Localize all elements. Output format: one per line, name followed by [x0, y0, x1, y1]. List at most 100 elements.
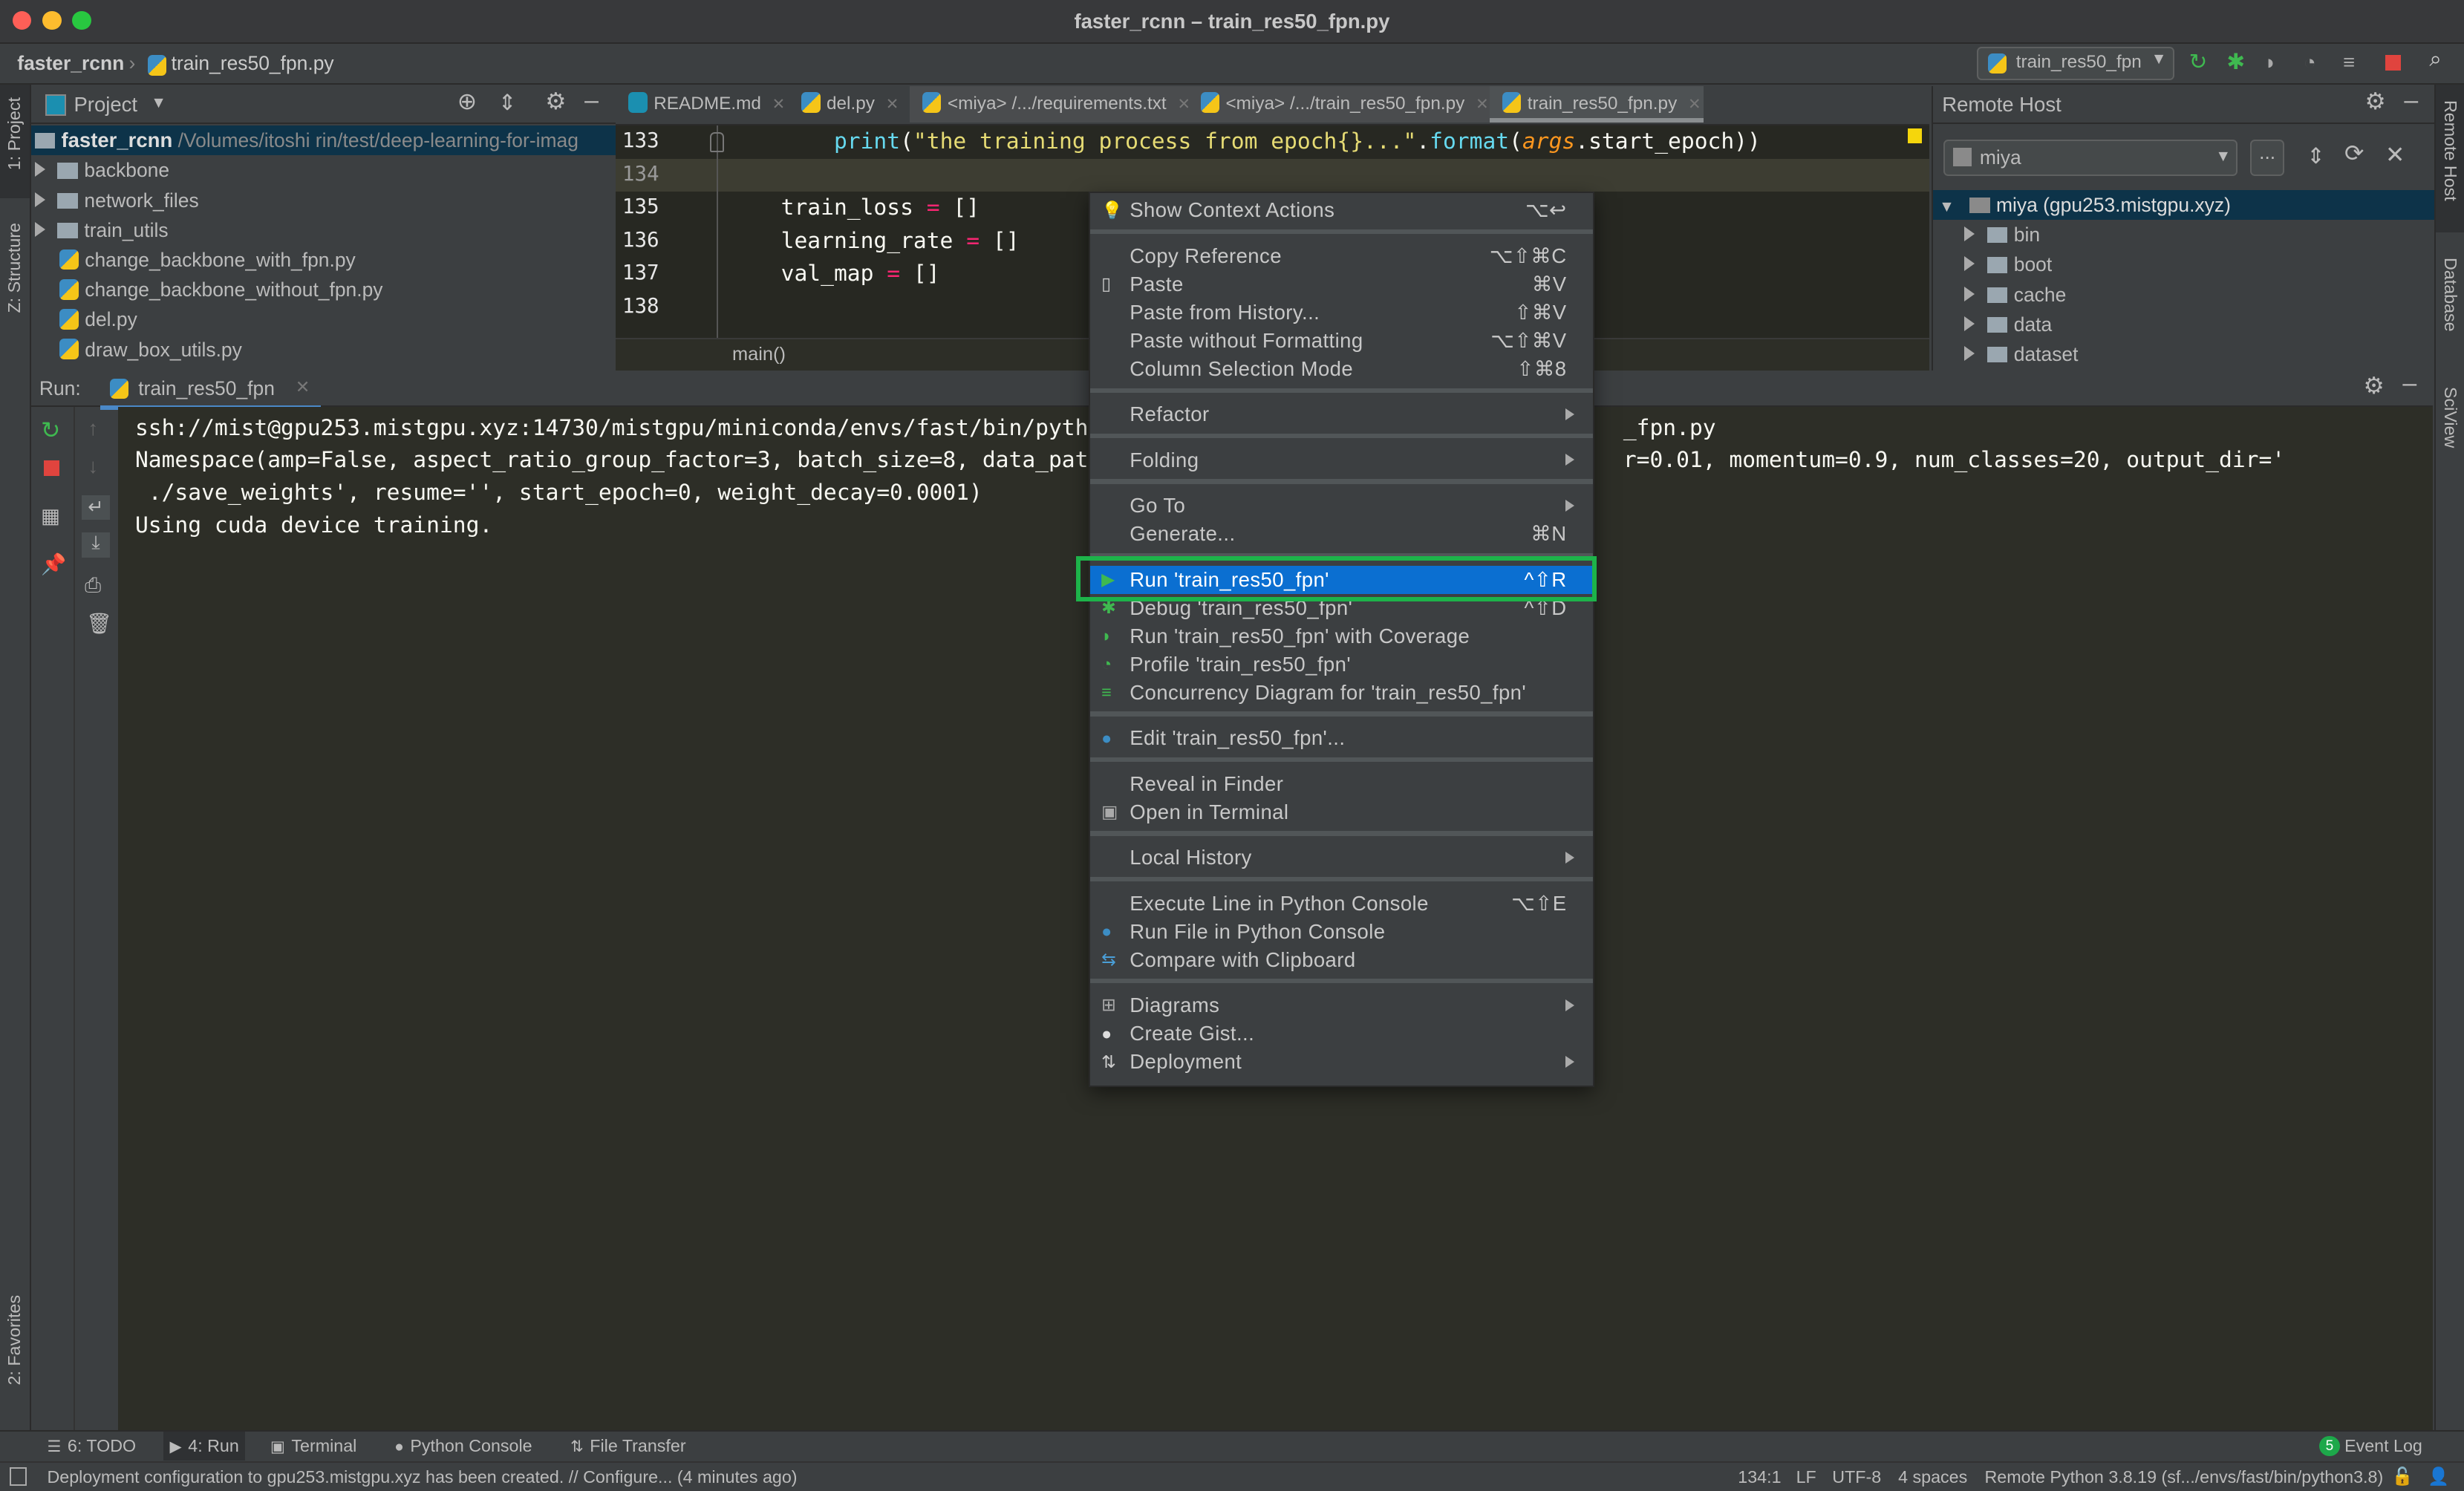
tree-item[interactable]: draw_box_utils.py [31, 335, 616, 365]
expand-triangle-icon[interactable] [1963, 286, 1975, 301]
hide-icon[interactable]: – [2402, 369, 2416, 398]
tree-root[interactable]: faster_rcnn /Volumes/itoshi rin/test/dee… [31, 125, 616, 156]
structure-tool-button[interactable]: Z: Structure [4, 223, 25, 313]
menu-item[interactable]: ● Run File in Python Console [1090, 918, 1593, 946]
menu-item[interactable]: Generate... ⌘N [1090, 520, 1593, 548]
tree-item[interactable]: change_backbone_with_fpn.py [31, 245, 616, 275]
run-tab[interactable]: train_res50_fpn ✕ [100, 372, 321, 410]
remote-host-tool-button[interactable]: Remote Host [2435, 85, 2464, 233]
collapse-all-icon[interactable]: ⇕ [498, 90, 517, 116]
editor-tab[interactable]: train_res50_fpn.py ✕ [1489, 86, 1704, 123]
project-tool-button[interactable]: 1: Project [0, 85, 30, 198]
tool-window-button[interactable]: ▶ 4: Run [163, 1431, 246, 1461]
lock-icon[interactable]: 🔓 [2392, 1466, 2414, 1487]
menu-item[interactable]: ⊞ Diagrams [1090, 991, 1593, 1019]
menu-item[interactable]: ◗ Run 'train_res50_fpn' with Coverage [1090, 622, 1593, 650]
file-encoding[interactable]: UTF-8 [1832, 1467, 1881, 1487]
editor-tab[interactable]: <miya> /.../requirements.txt ✕ [910, 86, 1190, 123]
status-message[interactable]: Deployment configuration to gpu253.mistg… [47, 1467, 797, 1487]
favorites-tool-button[interactable]: 2: Favorites [4, 1295, 25, 1386]
expand-triangle-icon[interactable] [34, 162, 45, 177]
down-icon[interactable]: ↓ [88, 454, 98, 478]
run-config-dropdown[interactable]: train_res50_fpn ▼ [1976, 47, 2175, 80]
close-tab-icon[interactable]: ✕ [886, 96, 899, 113]
menu-item[interactable]: ● Edit 'train_res50_fpn'... [1090, 724, 1593, 752]
toggle-tool-windows-icon[interactable] [9, 1467, 27, 1487]
menu-item[interactable]: Copy Reference ⌥⇧⌘C [1090, 242, 1593, 270]
menu-item[interactable]: Refactor [1090, 400, 1593, 428]
chevron-down-icon[interactable]: ▼ [151, 94, 166, 112]
search-icon[interactable]: ⌕ [2429, 47, 2442, 72]
close-tab-icon[interactable]: ✕ [296, 377, 310, 397]
gear-icon[interactable]: ⚙ [2364, 88, 2385, 115]
menu-item[interactable]: ▯ Paste ⌘V [1090, 270, 1593, 298]
tree-item[interactable]: backbone [31, 155, 616, 185]
more-button[interactable]: ... [2249, 140, 2285, 176]
breadcrumb-project[interactable]: faster_rcnn [17, 52, 124, 75]
menu-item[interactable]: ● Create Gist... [1090, 1019, 1593, 1048]
server-dropdown[interactable]: miya ▼ [1943, 140, 2238, 176]
tree-item[interactable]: change_backbone_without_fpn.py [31, 275, 616, 304]
menu-item[interactable]: 💡 Show Context Actions ⌥↩ [1090, 196, 1593, 224]
menu-item[interactable]: Local History [1090, 844, 1593, 872]
hide-icon[interactable]: – [584, 86, 599, 115]
menu-item[interactable]: ⇅ Deployment [1090, 1048, 1593, 1076]
menu-item[interactable]: ≡ Concurrency Diagram for 'train_res50_fp… [1090, 679, 1593, 707]
caret-position[interactable]: 134:1 [1738, 1467, 1781, 1487]
database-tool-button[interactable]: Database [2440, 258, 2460, 332]
gear-icon[interactable]: ⚙ [2363, 372, 2384, 399]
tool-window-button[interactable]: ▣ Terminal [270, 1436, 356, 1456]
sciview-tool-button[interactable]: SciView [2440, 387, 2460, 448]
locate-icon[interactable]: ⊕ [457, 88, 478, 115]
rerun-icon[interactable]: ↻ [2189, 49, 2208, 75]
indent-setting[interactable]: 4 spaces [1898, 1467, 1967, 1487]
menu-item[interactable]: Reveal in Finder [1090, 770, 1593, 798]
menu-item[interactable]: ⇆ Compare with Clipboard [1090, 946, 1593, 974]
editor-tab[interactable]: <miya> /.../train_res50_fpn.py ✕ [1187, 86, 1490, 123]
tool-window-button[interactable]: ⇅ File Transfer [570, 1436, 685, 1456]
fold-icon[interactable] [710, 131, 725, 152]
editor-breadcrumb[interactable]: main() [732, 344, 786, 365]
tool-window-button[interactable]: ☰ 6: TODO [47, 1436, 136, 1456]
menu-item[interactable]: Execute Line in Python Console ⌥⇧E [1090, 890, 1593, 918]
expand-triangle-icon[interactable] [1963, 346, 1975, 362]
close-tab-icon[interactable]: ✕ [1476, 96, 1489, 113]
expand-triangle-icon[interactable] [1963, 226, 1975, 242]
line-separator[interactable]: LF [1796, 1467, 1816, 1487]
remote-tree-item[interactable]: dataset [1933, 339, 2434, 369]
breadcrumb-file[interactable]: train_res50_fpn.py [172, 52, 334, 75]
close-icon[interactable]: ✕ [2385, 141, 2405, 169]
editor-tab[interactable]: README.md ✕ [616, 86, 789, 123]
concurrency-icon[interactable]: ≡ [2343, 50, 2355, 74]
event-log-button[interactable]: Event Log [2344, 1436, 2422, 1456]
expand-triangle-icon[interactable] [34, 221, 45, 237]
remote-tree-item[interactable]: cache [1933, 280, 2434, 310]
tree-item[interactable]: train_utils [31, 215, 616, 245]
editor-tab[interactable]: del.py ✕ [789, 86, 910, 123]
menu-item[interactable]: Column Selection Mode ⇧⌘8 [1090, 355, 1593, 383]
remote-tree-item[interactable]: boot [1933, 249, 2434, 279]
pin-icon[interactable]: 📌 [41, 552, 66, 576]
project-view-selector[interactable]: Project [74, 93, 137, 117]
close-tab-icon[interactable]: ✕ [772, 96, 786, 113]
debug-icon[interactable]: ✱ [2226, 49, 2245, 75]
gear-icon[interactable]: ⚙ [545, 88, 566, 115]
print-icon[interactable]: ⎙ [85, 573, 101, 598]
menu-item[interactable]: Paste from History... ⇧⌘V [1090, 298, 1593, 327]
layout-icon[interactable]: ▦ [41, 504, 60, 528]
inspector-icon[interactable]: 👤 [2428, 1466, 2449, 1487]
expand-triangle-icon[interactable] [1963, 256, 1975, 272]
menu-item[interactable]: Folding [1090, 446, 1593, 474]
close-tab-icon[interactable]: ✕ [1688, 96, 1701, 113]
tool-window-button[interactable]: ● Python Console [394, 1436, 532, 1456]
warning-marker[interactable] [1907, 128, 1922, 143]
remote-tree-item[interactable]: bin [1933, 220, 2434, 249]
soft-wrap-icon[interactable]: ↵ [81, 495, 110, 521]
expand-triangle-icon[interactable] [34, 192, 45, 207]
menu-item[interactable]: ▣ Open in Terminal [1090, 798, 1593, 826]
remote-tree-item[interactable]: data [1933, 310, 2434, 339]
remote-root[interactable]: ▼ miya (gpu253.mistgpu.xyz) [1932, 190, 2434, 221]
stop-icon[interactable] [44, 460, 60, 477]
profile-icon[interactable]: ◔ [2304, 50, 2316, 74]
refresh-icon[interactable]: ⟳ [2344, 140, 2364, 167]
